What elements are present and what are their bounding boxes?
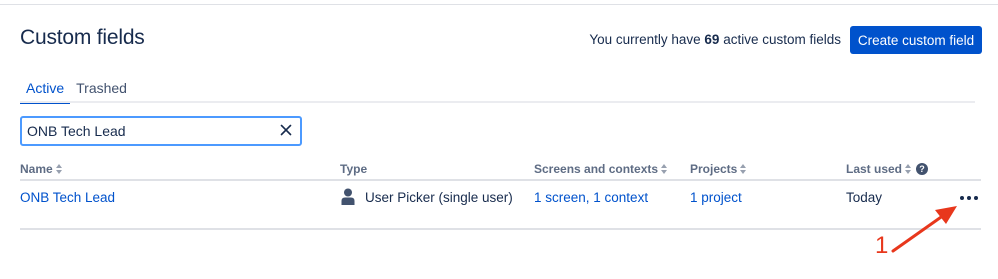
user-icon xyxy=(341,188,355,205)
sort-icon xyxy=(661,164,668,174)
help-icon[interactable]: ? xyxy=(916,163,929,175)
column-header-label: Type xyxy=(340,162,368,176)
more-actions-button[interactable] xyxy=(960,194,982,202)
column-header-label: Screens and contexts xyxy=(534,162,659,176)
column-header-label: Name xyxy=(20,162,53,176)
more-icon-dot xyxy=(974,196,978,200)
last-used-value: Today xyxy=(846,190,883,205)
search-input[interactable] xyxy=(27,121,267,141)
summary-suffix: active custom fields xyxy=(723,32,841,47)
search-field xyxy=(20,116,302,146)
clear-icon[interactable] xyxy=(280,124,292,136)
annotation-label: 1 xyxy=(875,232,889,259)
column-header-last-used[interactable]: Last used ? xyxy=(846,162,929,176)
field-name-link[interactable]: ONB Tech Lead xyxy=(20,190,115,205)
column-header-label: Last used xyxy=(846,162,903,176)
summary-prefix: You currently have xyxy=(589,32,701,47)
sort-icon xyxy=(905,164,912,174)
field-type: User Picker (single user) xyxy=(365,190,513,205)
table-row-divider xyxy=(20,228,981,230)
table-header-divider xyxy=(20,179,981,181)
top-divider xyxy=(0,4,998,5)
sort-icon xyxy=(55,164,62,174)
column-header-projects[interactable]: Projects xyxy=(690,162,747,176)
column-header-label: Projects xyxy=(690,162,738,176)
column-header-type: Type xyxy=(340,162,367,176)
tabs-divider xyxy=(20,101,975,103)
custom-field-count-summary: You currently have 69 active custom fiel… xyxy=(589,32,841,47)
create-custom-field-button[interactable]: Create custom field xyxy=(850,26,982,54)
column-header-screens-contexts[interactable]: Screens and contexts xyxy=(534,162,668,176)
column-header-name[interactable]: Name xyxy=(20,162,62,176)
active-field-count: 69 xyxy=(704,32,720,47)
projects-link[interactable]: 1 project xyxy=(690,190,742,205)
more-icon-dot xyxy=(960,196,964,200)
page-title: Custom fields xyxy=(20,26,145,49)
sort-icon xyxy=(740,164,747,174)
screens-contexts-link[interactable]: 1 screen, 1 context xyxy=(534,190,648,205)
more-icon-dot xyxy=(967,196,971,200)
